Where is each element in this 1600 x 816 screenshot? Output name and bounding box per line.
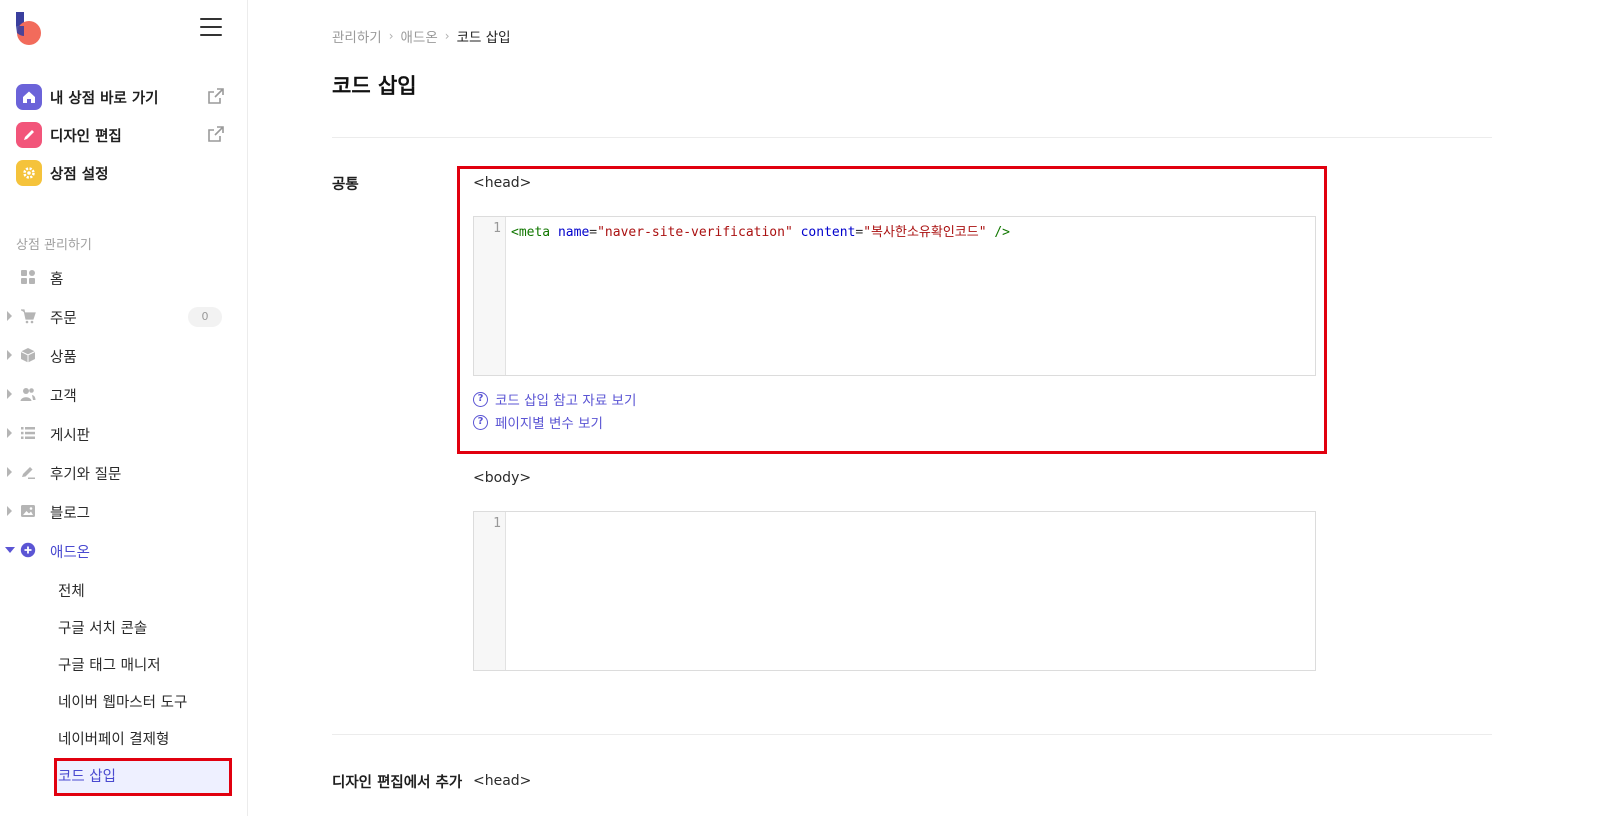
divider [332,137,1492,138]
list-icon [21,427,35,439]
addon-sub-google-search-console[interactable]: 구글 서치 콘솔 [58,617,147,638]
cart-icon [21,309,36,324]
image-icon [21,505,35,517]
quick-link-design-edit[interactable]: 디자인 편집 [16,120,226,150]
annotation-highlight-box [457,166,1327,454]
box-icon [20,348,36,363]
nav-item-reviews[interactable]: 후기와 질문 [0,457,248,487]
nav-item-customers[interactable]: 고객 [0,379,248,409]
chevron-right-icon: › [444,29,450,43]
addon-sub-google-tag-manager[interactable]: 구글 태그 매니저 [58,654,161,675]
page-title: 코드 삽입 [332,74,417,98]
nav-label: 홈 [50,272,64,288]
edit-icon [22,467,35,479]
pencil-icon [16,122,42,148]
quick-link-label: 내 상점 바로 가기 [50,90,159,107]
nav-label: 상품 [50,350,77,366]
divider [332,734,1492,735]
gear-icon [16,160,42,186]
nav-item-orders[interactable]: 주문 0 [0,301,248,331]
design-head-tag-label: <head> [473,773,532,789]
users-icon [20,388,36,401]
caret-right-icon [7,467,12,477]
nav-item-blog[interactable]: 블로그 [0,496,248,526]
nav-label: 고객 [50,389,77,405]
plus-circle-icon [20,542,36,558]
breadcrumb-item[interactable]: 애드온 [401,26,438,46]
line-number: 1 [493,516,501,531]
nav-item-products[interactable]: 상품 [0,340,248,370]
nav-label: 후기와 질문 [50,467,122,483]
order-count-badge: 0 [188,307,222,327]
home-icon [16,84,42,110]
nav-label: 주문 [50,311,77,327]
design-section-label: 디자인 편집에서 추가 [332,775,463,791]
brand-logo[interactable] [14,12,44,46]
body-code-editor[interactable]: 1 [473,511,1316,671]
editor-gutter: 1 [474,512,506,670]
addon-sub-all[interactable]: 전체 [58,580,85,601]
nav-item-board[interactable]: 게시판 [0,418,248,448]
nav-item-addon[interactable]: 애드온 [0,535,248,565]
main-content: 관리하기 › 애드온 › 코드 삽입 코드 삽입 공통 <head> 1 <me… [248,0,1600,816]
caret-right-icon [7,428,12,438]
caret-right-icon [7,311,12,321]
addon-sub-naver-webmaster[interactable]: 네이버 웹마스터 도구 [58,691,187,712]
quick-link-label: 상점 설정 [50,166,109,183]
quick-link-store-settings[interactable]: 상점 설정 [16,158,226,188]
common-section-label: 공통 [332,177,359,193]
caret-right-icon [7,506,12,516]
caret-right-icon [7,389,12,399]
caret-right-icon [7,350,12,360]
quick-link-my-store[interactable]: 내 상점 바로 가기 [16,82,226,112]
breadcrumb: 관리하기 › 애드온 › 코드 삽입 [332,26,511,46]
addon-sub-code-insert[interactable]: 코드 삽입 [58,765,116,786]
section-title: 상점 관리하기 [16,238,92,253]
nav-label: 애드온 [50,545,91,561]
nav-item-home[interactable]: 홈 [0,262,248,292]
nav-label: 블로그 [50,506,91,522]
caret-down-icon [5,547,15,553]
nav-label: 게시판 [50,428,91,444]
sidebar: 내 상점 바로 가기 디자인 편집 상점 설정 상점 관리하기 홈 주문 0 상… [0,0,248,816]
external-link-icon[interactable] [206,124,226,144]
quick-link-label: 디자인 편집 [50,128,122,145]
breadcrumb-item[interactable]: 관리하기 [332,26,382,46]
dashboard-icon [21,270,35,284]
breadcrumb-current: 코드 삽입 [456,30,511,46]
external-link-icon[interactable] [206,86,226,106]
body-tag-label: <body> [473,470,532,486]
addon-sub-naver-pay[interactable]: 네이버페이 결제형 [58,728,169,749]
chevron-right-icon: › [388,29,394,43]
menu-toggle-icon[interactable] [200,18,222,38]
